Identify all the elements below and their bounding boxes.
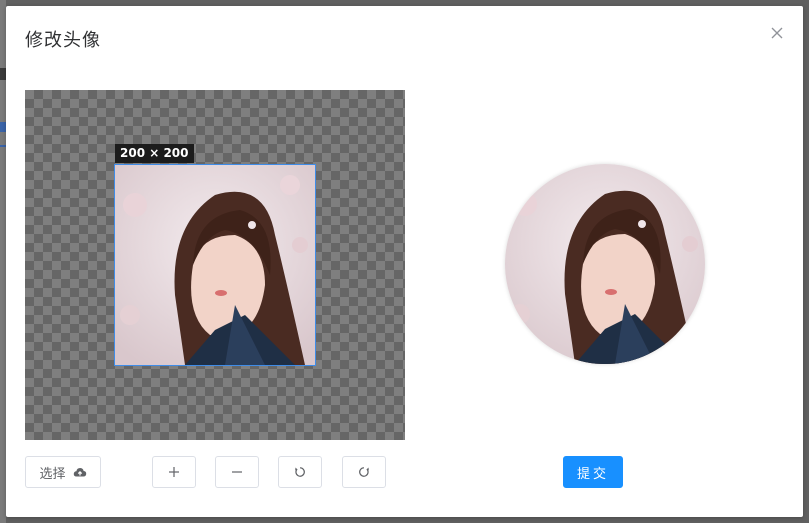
- minus-icon: [232, 471, 242, 473]
- rotate-left-icon: [295, 467, 305, 477]
- dialog-title: 修改头像: [25, 30, 101, 51]
- crop-box[interactable]: [114, 164, 316, 366]
- rotate-right-icon: [359, 467, 369, 477]
- close-button[interactable]: [768, 24, 786, 42]
- plus-icon: [169, 467, 179, 477]
- rotate-right-button[interactable]: [342, 456, 386, 488]
- portrait-preview: [505, 164, 705, 364]
- crop-size-badge: 200 × 200: [115, 144, 194, 163]
- edit-avatar-dialog: 修改头像 200 × 200 选择 提交: [6, 6, 803, 517]
- select-button-label: 选择: [39, 466, 66, 482]
- zoom-out-button[interactable]: [215, 456, 259, 488]
- cloud-upload-icon: [73, 466, 87, 478]
- close-icon: [771, 27, 783, 39]
- rotate-left-button[interactable]: [278, 456, 322, 488]
- avatar-preview: [505, 164, 705, 364]
- zoom-in-button[interactable]: [152, 456, 196, 488]
- select-image-button[interactable]: 选择: [25, 456, 101, 488]
- submit-button[interactable]: 提交: [563, 456, 623, 488]
- portrait-photo: [115, 165, 315, 365]
- image-cropper[interactable]: 200 × 200: [25, 90, 405, 440]
